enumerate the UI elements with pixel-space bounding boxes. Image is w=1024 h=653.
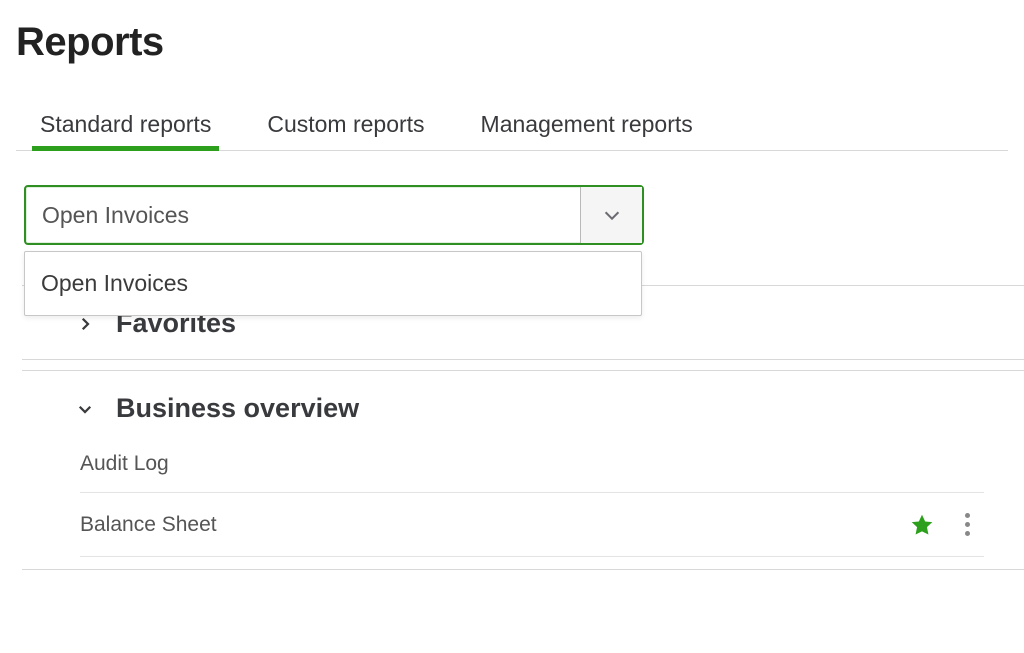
combo-toggle-button[interactable] [580,187,642,243]
section-business-overview: Business overview Audit Log Balance Shee… [22,370,1024,570]
tabs: Standard reports Custom reports Manageme… [16,111,1008,151]
report-search-dropdown: Open Invoices [24,251,642,316]
report-list: Audit Log Balance Sheet [80,436,984,557]
chevron-right-icon [76,315,94,333]
row-actions [909,509,976,540]
tab-management-reports[interactable]: Management reports [481,111,693,150]
dropdown-item-open-invoices[interactable]: Open Invoices [25,252,641,315]
page-title: Reports [16,20,1008,65]
section-header-business-overview[interactable]: Business overview [76,383,984,432]
report-search-input[interactable]: Open Invoices [26,187,580,243]
section-title: Business overview [116,393,359,424]
star-icon[interactable] [909,512,935,538]
report-link[interactable]: Audit Log [80,452,980,476]
report-row-balance-sheet: Balance Sheet [80,493,984,557]
tab-custom-reports[interactable]: Custom reports [267,111,424,150]
tab-standard-reports[interactable]: Standard reports [40,111,211,150]
kebab-menu-icon[interactable] [959,509,976,540]
chevron-down-icon [76,400,94,418]
chevron-down-icon [601,204,623,226]
report-search-combo[interactable]: Open Invoices [24,185,644,245]
report-link[interactable]: Balance Sheet [80,513,909,537]
report-row-audit-log: Audit Log [80,436,984,493]
